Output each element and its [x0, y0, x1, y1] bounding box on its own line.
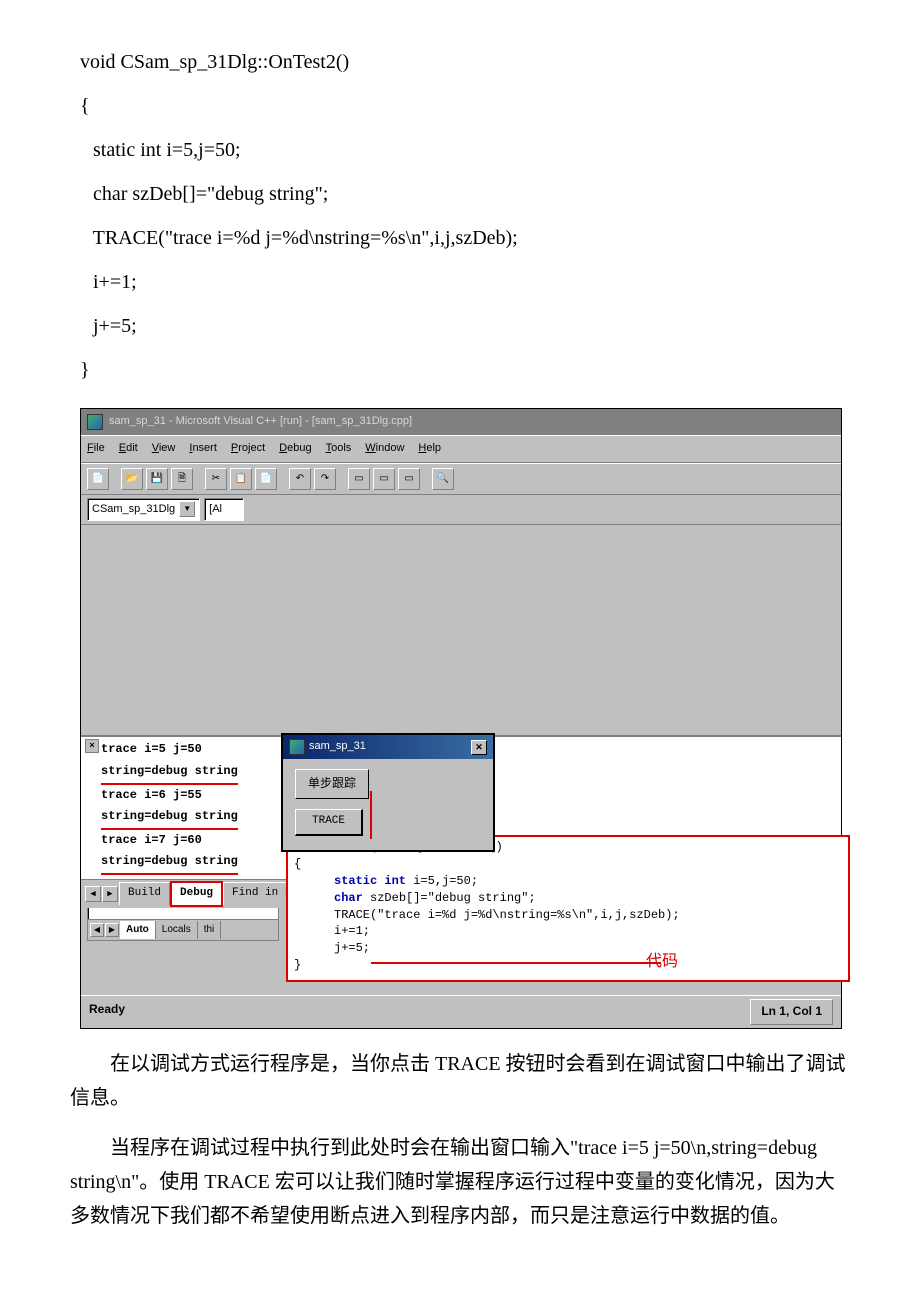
save-all-button[interactable]: 🗎: [171, 468, 193, 490]
scroll-right-icon[interactable]: ▶: [102, 886, 118, 902]
scroll-left-icon[interactable]: ◀: [90, 923, 104, 937]
source-code-block: void CSam_sp_31Dlg::OnTest2() { static i…: [60, 40, 860, 392]
ide-titlebar: sam_sp_31 - Microsoft Visual C++ [run] -…: [81, 409, 841, 435]
class-combo-value: CSam_sp_31Dlg: [92, 500, 175, 520]
members-combo[interactable]: [Al: [204, 498, 244, 522]
ide-window: sam_sp_31 - Microsoft Visual C++ [run] -…: [80, 408, 842, 1029]
status-cursor-pos: Ln 1, Col 1: [750, 999, 833, 1025]
step-trace-button[interactable]: 单步跟踪: [295, 769, 369, 799]
code-line: j+=5;: [80, 304, 860, 348]
tab-locals[interactable]: Locals: [156, 921, 198, 939]
code-line: static int i=5,j=50;: [80, 128, 860, 172]
dialog-title: sam_sp_31: [309, 737, 366, 757]
close-icon[interactable]: ✕: [471, 740, 487, 755]
statusbar: Ready Ln 1, Col 1: [81, 995, 841, 1028]
redo-button[interactable]: ↷: [314, 468, 336, 490]
status-ready: Ready: [89, 999, 125, 1025]
ide-client-area: Debug ↻ ⬛ ⏸ ▶ ➜ ⤵ ⤼ ⤴ 👓 📊 ▭ ▭ ▭ ▭ ▭: [81, 735, 841, 995]
menu-edit[interactable]: Edit: [119, 439, 138, 459]
code-line: i+=1;: [80, 260, 860, 304]
code-editor-callout: void CSam_sp_31Dlg::OnTest2() { static i…: [286, 835, 850, 981]
window-title: sam_sp_31 - Microsoft Visual C++ [run] -…: [109, 412, 412, 432]
output-close-icon[interactable]: ×: [85, 739, 99, 753]
output-line: string=debug string: [101, 761, 238, 785]
menubar[interactable]: File Edit View Insert Project Debug Tool…: [81, 435, 841, 463]
code-text: j+=5;: [294, 940, 842, 957]
members-combo-value: [Al: [209, 500, 222, 520]
code-text: TRACE("trace i=%d j=%d\nstring=%s\n",i,j…: [294, 907, 842, 924]
code-line: void CSam_sp_31Dlg::OnTest2(): [80, 40, 860, 84]
cut-button[interactable]: ✂: [205, 468, 227, 490]
code-line: char szDeb[]="debug string";: [80, 172, 860, 216]
code-kw: static int: [334, 874, 406, 888]
wizard-toolbar: CSam_sp_31Dlg ▼ [Al: [81, 495, 841, 526]
copy-button[interactable]: 📋: [230, 468, 252, 490]
code-text: i+=1;: [294, 923, 842, 940]
menu-view[interactable]: View: [152, 439, 176, 459]
body-paragraph: 在以调试方式运行程序是，当你点击 TRACE 按钮时会看到在调试窗口中输出了调试…: [60, 1047, 860, 1115]
scroll-left-icon[interactable]: ◀: [85, 886, 101, 902]
menu-debug[interactable]: Debug: [279, 439, 311, 459]
annotation-line: [370, 791, 372, 839]
output-button[interactable]: ▭: [373, 468, 395, 490]
workspace-button[interactable]: ▭: [348, 468, 370, 490]
menu-project[interactable]: Project: [231, 439, 265, 459]
code-text: {: [294, 856, 842, 873]
tab-build[interactable]: Build: [119, 882, 170, 905]
find-button[interactable]: 🔍: [432, 468, 454, 490]
code-text: }: [294, 957, 842, 974]
app-icon: [87, 414, 103, 430]
code-line: {: [80, 84, 860, 128]
class-combo[interactable]: CSam_sp_31Dlg ▼: [87, 498, 200, 522]
code-text: szDeb[]="debug string";: [363, 891, 536, 905]
body-paragraph: 当程序在调试过程中执行到此处时会在输出窗口输入"trace i=5 j=50\n…: [60, 1131, 860, 1233]
annotation-line: [371, 962, 661, 964]
save-button[interactable]: 💾: [146, 468, 168, 490]
code-line: TRACE("trace i=%d j=%d\nstring=%s\n",i,j…: [80, 216, 860, 260]
output-line: string=debug string: [101, 851, 238, 875]
menu-file[interactable]: File: [87, 439, 105, 459]
code-kw: char: [334, 891, 363, 905]
code-line: }: [80, 348, 860, 392]
undo-button[interactable]: ↶: [289, 468, 311, 490]
menu-help[interactable]: Help: [418, 439, 441, 459]
window-list-button[interactable]: ▭: [398, 468, 420, 490]
tab-this[interactable]: thi: [198, 921, 222, 939]
output-line: string=debug string: [101, 806, 238, 830]
chevron-down-icon[interactable]: ▼: [179, 501, 195, 517]
menu-insert[interactable]: Insert: [189, 439, 217, 459]
menu-tools[interactable]: Tools: [326, 439, 352, 459]
running-dialog: sam_sp_31 ✕ 单步跟踪 TRACE: [281, 733, 495, 851]
code-text: i=5,j=50;: [406, 874, 478, 888]
open-button[interactable]: 📂: [121, 468, 143, 490]
menu-window[interactable]: Window: [365, 439, 404, 459]
new-button[interactable]: 📄: [87, 468, 109, 490]
scroll-right-icon[interactable]: ▶: [105, 923, 119, 937]
tab-debug[interactable]: Debug: [170, 881, 223, 907]
dialog-icon: [289, 739, 305, 755]
paste-button[interactable]: 📄: [255, 468, 277, 490]
tab-auto[interactable]: Auto: [120, 921, 156, 939]
trace-button[interactable]: TRACE: [295, 809, 363, 836]
standard-toolbar: 📄 📂 💾 🗎 ✂ 📋 📄 ↶ ↷ ▭ ▭ ▭ 🔍: [81, 463, 841, 495]
